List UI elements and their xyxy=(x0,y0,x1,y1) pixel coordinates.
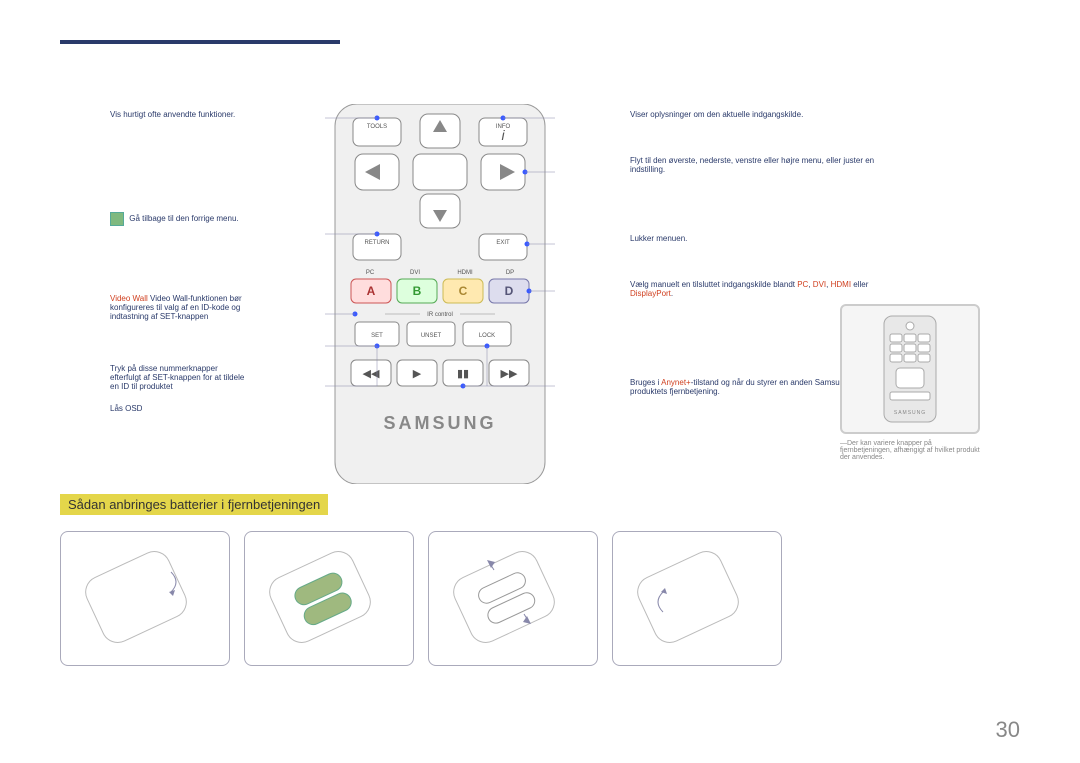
svg-text:▮▮: ▮▮ xyxy=(457,368,469,380)
set-annotation: Tryk på disse nummerknapper efterfulgt a… xyxy=(110,364,244,391)
side-note-text: ―Der kan variere knapper på fjernbetjeni… xyxy=(840,440,980,461)
battery-step-3 xyxy=(428,531,598,666)
c-button-text: C xyxy=(459,284,468,298)
svg-text:SAMSUNG: SAMSUNG xyxy=(894,410,926,416)
hdmi-label: HDMI xyxy=(457,270,473,276)
remote-control-diagram: TOOLS INFO i RETURN EXIT xyxy=(260,104,620,484)
id-control-annotation: Video Wall Video Wall-funktionen bør kon… xyxy=(110,294,242,321)
exit-annotation: Lukker menuen. xyxy=(630,234,687,243)
a-button-text: A xyxy=(367,284,376,298)
brand-text: SAMSUNG xyxy=(383,413,496,433)
svg-text:◀◀: ◀◀ xyxy=(363,368,380,380)
b-button-text: B xyxy=(413,284,422,298)
tools-annotation: Vis hurtigt ofte anvendte funktioner. xyxy=(110,110,235,119)
d-button-text: D xyxy=(505,284,514,298)
battery-step-4 xyxy=(612,531,782,666)
battery-section-heading: Sådan anbringes batterier i fjernbetjeni… xyxy=(60,494,328,515)
set-button-text: SET xyxy=(371,333,383,339)
left-annotations-column: Vis hurtigt ofte anvendte funktioner. Gå… xyxy=(60,104,260,484)
svg-text:▶: ▶ xyxy=(413,368,422,380)
battery-steps-row xyxy=(60,531,1020,666)
ir-control-label: IR control xyxy=(427,312,453,318)
dvi-label: DVI xyxy=(410,270,420,276)
info-annotation: Viser oplysninger om den aktuelle indgan… xyxy=(630,110,803,119)
video-wall-red-text: Video Wall xyxy=(110,294,148,303)
battery-step-2 xyxy=(244,531,414,666)
return-button-text: RETURN xyxy=(365,240,390,246)
unset-button-text: UNSET xyxy=(421,333,442,339)
lock-button-text: LOCK xyxy=(479,333,495,339)
pc-label: PC xyxy=(366,270,375,276)
side-remote-figure: SAMSUNG ―Der kan variere knapper på fjer… xyxy=(840,304,980,461)
exit-button-text: EXIT xyxy=(496,240,510,246)
svg-text:▶▶: ▶▶ xyxy=(501,368,518,380)
nav-annotation: Flyt til den øverste, nederste, venstre … xyxy=(630,156,874,174)
page-number: 30 xyxy=(996,717,1020,743)
source-annotation: Vælg manuelt en tilsluttet indgangskilde… xyxy=(630,280,868,298)
tools-button-text: TOOLS xyxy=(367,124,387,130)
lock-annotation: Lås OSD xyxy=(110,404,142,413)
battery-step-1 xyxy=(60,531,230,666)
return-green-indicator-icon xyxy=(110,212,124,226)
dp-label: DP xyxy=(506,270,514,276)
return-annotation: Gå tilbage til den forrige menu. xyxy=(129,214,238,223)
